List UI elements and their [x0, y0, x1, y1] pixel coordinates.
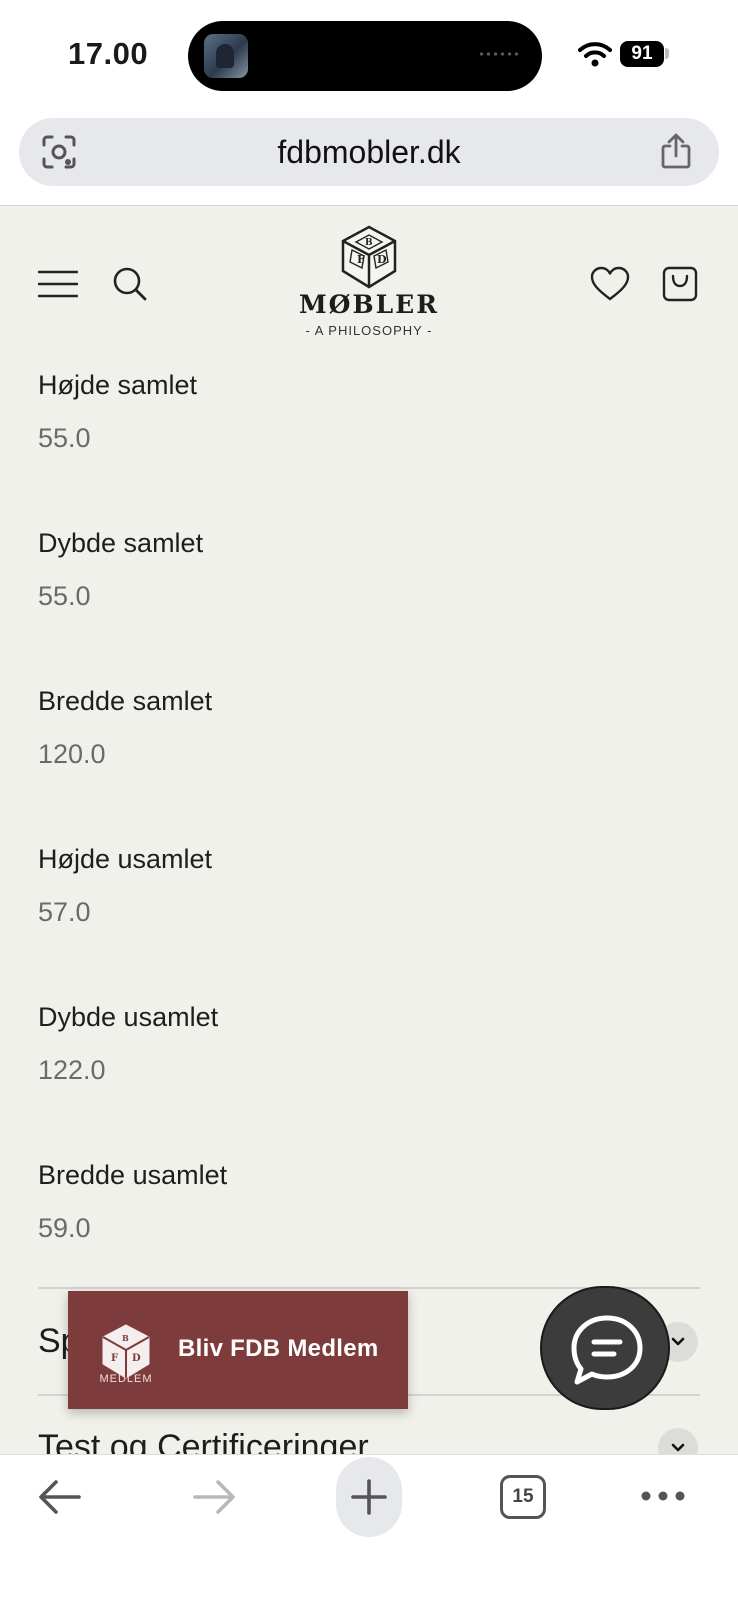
tab-switcher-button[interactable]: 15: [500, 1475, 546, 1519]
spec-label: Dybde usamlet: [38, 1002, 219, 1032]
spec-value: 122.0: [38, 1055, 106, 1085]
url-text[interactable]: fdbmobler.dk: [19, 134, 719, 171]
member-logo-letter-f: F: [111, 1353, 118, 1364]
chat-icon: [571, 1315, 643, 1385]
dynamic-island[interactable]: [188, 21, 542, 91]
share-icon[interactable]: [659, 132, 693, 170]
logo-letter-f: F: [357, 253, 365, 266]
spec-item: Bredde usamlet 59.0: [38, 1160, 227, 1244]
member-logo-letter-b: B: [122, 1333, 129, 1343]
spec-value: 57.0: [38, 897, 91, 927]
plus-icon: [351, 1479, 387, 1515]
status-bar: 17.00 91: [0, 0, 738, 110]
chevron-down-icon: [671, 1443, 685, 1452]
heart-icon[interactable]: [590, 266, 630, 302]
accordion-toggle[interactable]: [658, 1428, 698, 1454]
media-thumbnail: [204, 34, 248, 78]
spec-value: 55.0: [38, 423, 91, 453]
spec-value: 59.0: [38, 1213, 91, 1243]
spec-label: Højde samlet: [38, 370, 198, 400]
spec-value: 120.0: [38, 739, 106, 769]
wifi-icon: [578, 42, 612, 67]
spec-label: Bredde usamlet: [38, 1160, 228, 1190]
spec-item: Bredde samlet 120.0: [38, 686, 212, 770]
search-icon[interactable]: [112, 266, 148, 302]
new-tab-button[interactable]: [336, 1457, 402, 1537]
logo-letter-b: B: [365, 238, 373, 248]
address-bar[interactable]: fdbmobler.dk: [19, 118, 719, 186]
logo-letter-d: D: [377, 253, 387, 266]
spec-label: Bredde samlet: [38, 686, 213, 716]
chevron-down-icon: [671, 1337, 685, 1346]
website-content: F D B MØBLER - A PHILOSOPHY - Højde saml…: [0, 206, 738, 1454]
battery-indicator: 91: [620, 41, 664, 67]
member-signup-banner[interactable]: F D B MEDLEM Bliv FDB Medlem: [68, 1291, 408, 1409]
logo-tagline: - A PHILOSOPHY -: [305, 323, 433, 338]
forward-arrow-icon[interactable]: [192, 1477, 236, 1517]
shopping-bag-icon[interactable]: [662, 264, 698, 302]
spec-item: Højde samlet 55.0: [38, 370, 197, 454]
logo-wordmark: MØBLER: [299, 290, 439, 319]
spec-item: Dybde samlet 55.0: [38, 528, 203, 612]
site-logo[interactable]: F D B MØBLER - A PHILOSOPHY -: [295, 224, 443, 354]
spec-item: Dybde usamlet 122.0: [38, 1002, 218, 1086]
browser-toolbar: 15: [0, 1454, 738, 1600]
hamburger-menu-icon[interactable]: [38, 270, 78, 298]
member-signup-text[interactable]: Bliv FDB Medlem: [178, 1335, 379, 1363]
audio-wave-icon: [478, 51, 520, 57]
member-logo-letter-d: D: [132, 1353, 141, 1364]
more-icon[interactable]: [640, 1489, 686, 1503]
spec-item: Højde usamlet 57.0: [38, 844, 212, 928]
back-arrow-icon[interactable]: [38, 1477, 82, 1517]
site-header: F D B MØBLER - A PHILOSOPHY -: [0, 206, 738, 356]
spec-label: Dybde samlet: [38, 528, 204, 558]
accordion-certifications-label[interactable]: Test og Certificeringer: [38, 1428, 369, 1454]
battery-cap: [665, 48, 669, 59]
spec-value: 55.0: [38, 581, 91, 611]
status-time: 17.00: [68, 36, 149, 71]
member-logo-caption: MEDLEM: [99, 1373, 153, 1385]
fdb-monogram-logo: F D B: [341, 225, 397, 289]
chat-button[interactable]: [540, 1286, 670, 1410]
spec-label: Højde usamlet: [38, 844, 213, 874]
